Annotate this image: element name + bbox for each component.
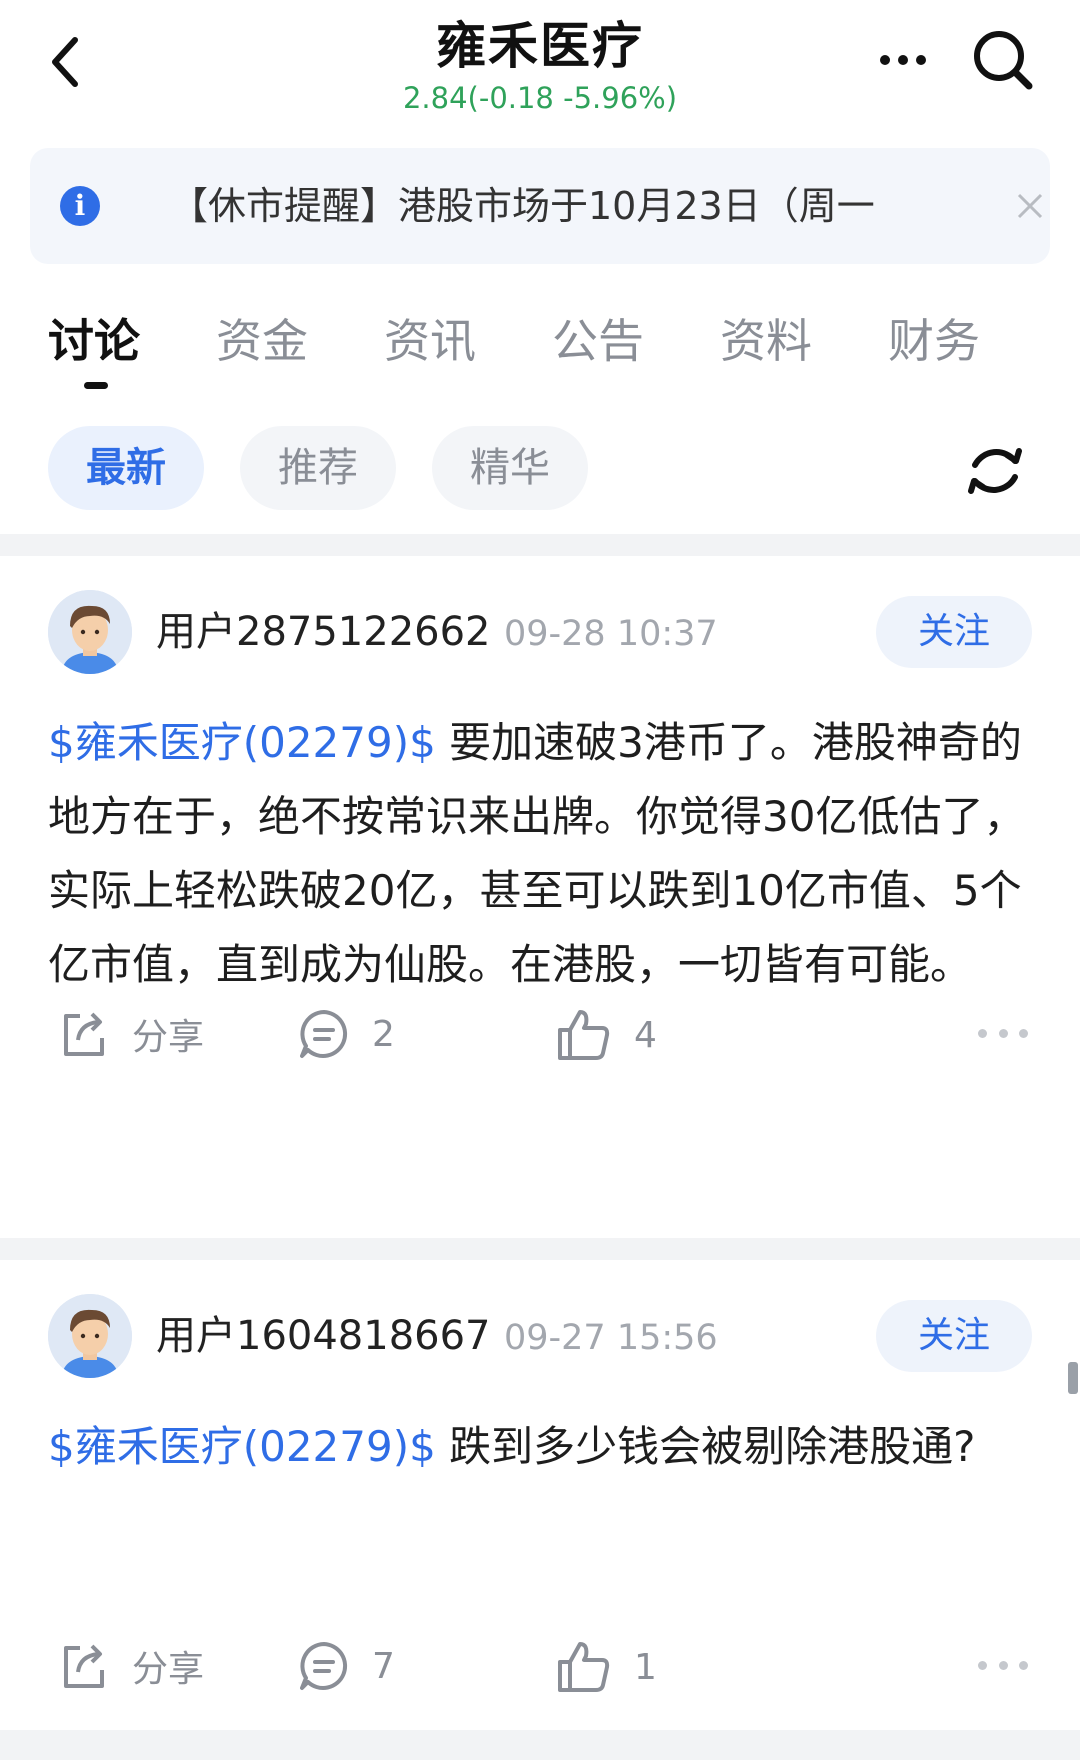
- tab-finance[interactable]: 财务: [888, 306, 980, 376]
- post-content[interactable]: $雍禾医疗(02279)$ 跌到多少钱会被剔除港股通?: [48, 1410, 1038, 1484]
- thumbs-up-icon: [558, 1642, 610, 1692]
- tab-funds[interactable]: 资金: [216, 306, 308, 376]
- share-label: 分享: [132, 1649, 205, 1690]
- stock-tag-link[interactable]: $雍禾医疗(02279)$: [48, 718, 436, 767]
- post-time: 09-27 15:56: [504, 1318, 718, 1358]
- post-card[interactable]: 用户1604818667 09-27 15:56 关注 $雍禾医疗(02279)…: [0, 1260, 1080, 1730]
- section-divider: [0, 1730, 1080, 1760]
- top-bar: 雍禾医疗 2.84(-0.18 -5.96%): [0, 0, 1080, 140]
- section-divider: [0, 1238, 1080, 1260]
- post-more-button[interactable]: [978, 1650, 1028, 1680]
- share-button[interactable]: 分享: [58, 1640, 204, 1692]
- close-icon: [1017, 193, 1043, 219]
- section-divider: [0, 534, 1080, 556]
- comment-button[interactable]: 2: [298, 1008, 395, 1060]
- avatar[interactable]: [48, 590, 132, 674]
- comment-button[interactable]: 7: [298, 1640, 395, 1692]
- like-button[interactable]: 4: [556, 1008, 657, 1062]
- share-button[interactable]: 分享: [58, 1008, 204, 1060]
- notice-text: 【休市提醒】港股市场于10月23日（周一: [170, 184, 875, 228]
- tab-bar: 讨论 资金 资讯 公告 资料 财务: [0, 300, 1080, 410]
- user-avatar-icon: [48, 590, 132, 674]
- tab-announcements[interactable]: 公告: [552, 306, 644, 376]
- user-avatar-icon: [48, 1294, 132, 1378]
- share-label: 分享: [132, 1017, 205, 1058]
- refresh-icon: [968, 448, 1022, 494]
- like-count: 1: [634, 1646, 657, 1688]
- page-title: 雍禾医疗: [436, 17, 644, 75]
- filter-latest[interactable]: 最新: [48, 426, 204, 510]
- comment-count: 2: [372, 1013, 395, 1055]
- active-tab-indicator: [84, 382, 108, 389]
- post-content[interactable]: $雍禾医疗(02279)$ 要加速破3港币了。港股神奇的地方在于，绝不按常识来出…: [48, 706, 1038, 1002]
- follow-button[interactable]: 关注: [876, 596, 1032, 668]
- follow-button[interactable]: 关注: [876, 1300, 1032, 1372]
- search-button[interactable]: [968, 22, 1038, 98]
- stock-header[interactable]: 雍禾医疗 2.84(-0.18 -5.96%): [240, 14, 840, 116]
- back-button[interactable]: [30, 22, 100, 102]
- tab-discussion[interactable]: 讨论: [48, 306, 140, 376]
- chevron-left-icon: [52, 37, 78, 87]
- share-icon: [64, 1644, 104, 1688]
- more-options-button[interactable]: [868, 30, 938, 90]
- tab-news[interactable]: 资讯: [384, 306, 476, 376]
- filter-featured[interactable]: 精华: [432, 426, 588, 510]
- comment-count: 7: [372, 1645, 395, 1687]
- close-notice-button[interactable]: [1008, 184, 1052, 228]
- comment-icon: [300, 1010, 348, 1058]
- thumbs-up-icon: [558, 1010, 610, 1060]
- stock-tag-link[interactable]: $雍禾医疗(02279)$: [48, 1422, 436, 1471]
- post-more-button[interactable]: [978, 1018, 1028, 1048]
- market-closed-notice[interactable]: i 【休市提醒】港股市场于10月23日（周一: [30, 148, 1050, 264]
- like-count: 4: [634, 1014, 657, 1056]
- share-icon: [64, 1012, 104, 1056]
- post-time: 09-28 10:37: [504, 614, 718, 654]
- like-button[interactable]: 1: [556, 1640, 657, 1694]
- avatar[interactable]: [48, 1294, 132, 1378]
- post-card[interactable]: 用户2875122662 09-28 10:37 关注 $雍禾医疗(02279)…: [0, 556, 1080, 1238]
- info-icon: i: [60, 186, 100, 226]
- refresh-button[interactable]: [960, 436, 1030, 506]
- stock-quote: 2.84(-0.18 -5.96%): [402, 81, 678, 115]
- filter-recommended[interactable]: 推荐: [240, 426, 396, 510]
- post-text: 跌到多少钱会被剔除港股通?: [435, 1422, 976, 1471]
- comment-icon: [300, 1642, 348, 1690]
- scrollbar-thumb[interactable]: [1068, 1362, 1078, 1394]
- search-icon: [974, 31, 1033, 90]
- tab-profile[interactable]: 资料: [720, 306, 812, 376]
- username[interactable]: 用户2875122662: [156, 604, 491, 660]
- more-dots-icon: [880, 55, 926, 65]
- username[interactable]: 用户1604818667: [156, 1308, 491, 1364]
